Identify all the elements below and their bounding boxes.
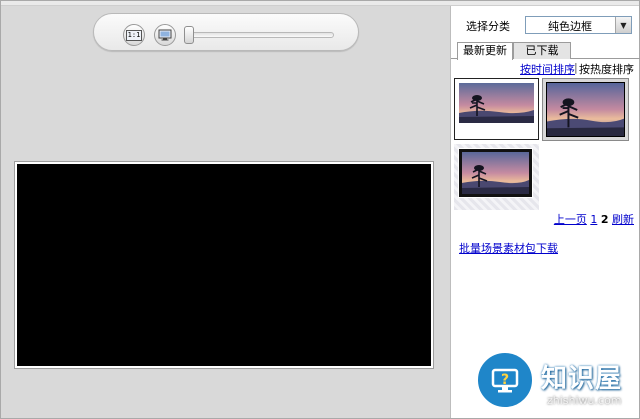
landscape-image [546,82,625,137]
page-current: 2 [600,213,609,226]
category-label: 选择分类 [466,20,510,33]
svg-text:?: ? [501,372,509,388]
page-link-1[interactable]: 1 [590,213,597,226]
fit-screen-button[interactable] [154,24,176,46]
sort-separator: | [574,61,578,74]
frame-thumbnail[interactable] [542,78,629,141]
watermark: ? 知识屋 zhishiwu.com [475,350,640,419]
category-row: 选择分类 纯色边框 ▼ [457,14,633,36]
landscape-image [459,83,534,123]
monitor-icon [158,29,172,41]
tab-downloaded[interactable]: 已下载 [513,42,571,59]
refresh-link[interactable]: 刷新 [612,213,634,226]
pagination: 上一页 1 2 刷新 [451,211,634,227]
category-select[interactable]: 纯色边框 ▼ [525,16,632,34]
tab-latest[interactable]: 最新更新 [457,42,513,60]
zoom-slider-thumb[interactable] [184,26,194,44]
sort-row: 按时间排序 | 按热度排序 [451,61,640,77]
prev-page-link[interactable]: 上一页 [554,213,587,226]
actual-size-icon: 1:1 [125,29,143,41]
actual-size-button[interactable]: 1:1 [123,24,145,46]
bulk-download-link[interactable]: 批量场景素材包下载 [459,240,558,256]
preview-frame [14,161,434,369]
preview-canvas[interactable] [17,164,431,366]
panel-tabs: 最新更新 已下载 [451,42,640,60]
sort-by-time-link[interactable]: 按时间排序 [520,61,575,77]
zoom-toolbar: 1:1 [93,13,359,51]
workspace: 1:1 [1,6,450,418]
zoom-slider-track[interactable] [186,32,334,38]
frame-thumbnail[interactable] [454,144,539,210]
landscape-image [458,148,533,198]
dropdown-arrow-icon[interactable]: ▼ [615,17,631,33]
question-monitor-icon: ? [475,350,535,410]
watermark-title: 知识屋 [541,364,623,394]
frame-thumbnail[interactable] [454,78,539,140]
sort-by-heat-link[interactable]: 按热度排序 [579,61,634,77]
category-value: 纯色边框 [548,20,592,33]
watermark-subtitle: zhishiwu.com [547,394,622,407]
